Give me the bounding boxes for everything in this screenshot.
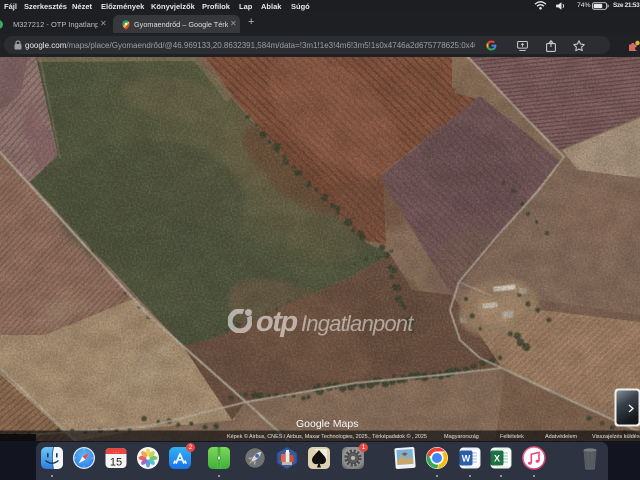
svg-text:15: 15 — [110, 457, 122, 469]
svg-text:Visszajelzés küldése a térké..: Visszajelzés küldése a térké... — [592, 434, 640, 440]
svg-text:X: X — [494, 454, 500, 464]
svg-text:W: W — [462, 454, 471, 464]
svg-text:Google Maps: Google Maps — [296, 418, 358, 430]
svg-text:otp: otp — [256, 306, 297, 338]
svg-text:Adatvédelem: Adatvédelem — [545, 434, 578, 440]
svg-text:Képek © Airbus, CNES / Airbus,: Képek © Airbus, CNES / Airbus, Maxar Tec… — [227, 433, 427, 440]
svg-text:····: ···· — [113, 450, 119, 455]
svg-text:Magyarország: Magyarország — [444, 434, 479, 440]
svg-text:Ingatlanpont: Ingatlanpont — [301, 311, 414, 336]
svg-text:Feltételek: Feltételek — [500, 434, 524, 440]
